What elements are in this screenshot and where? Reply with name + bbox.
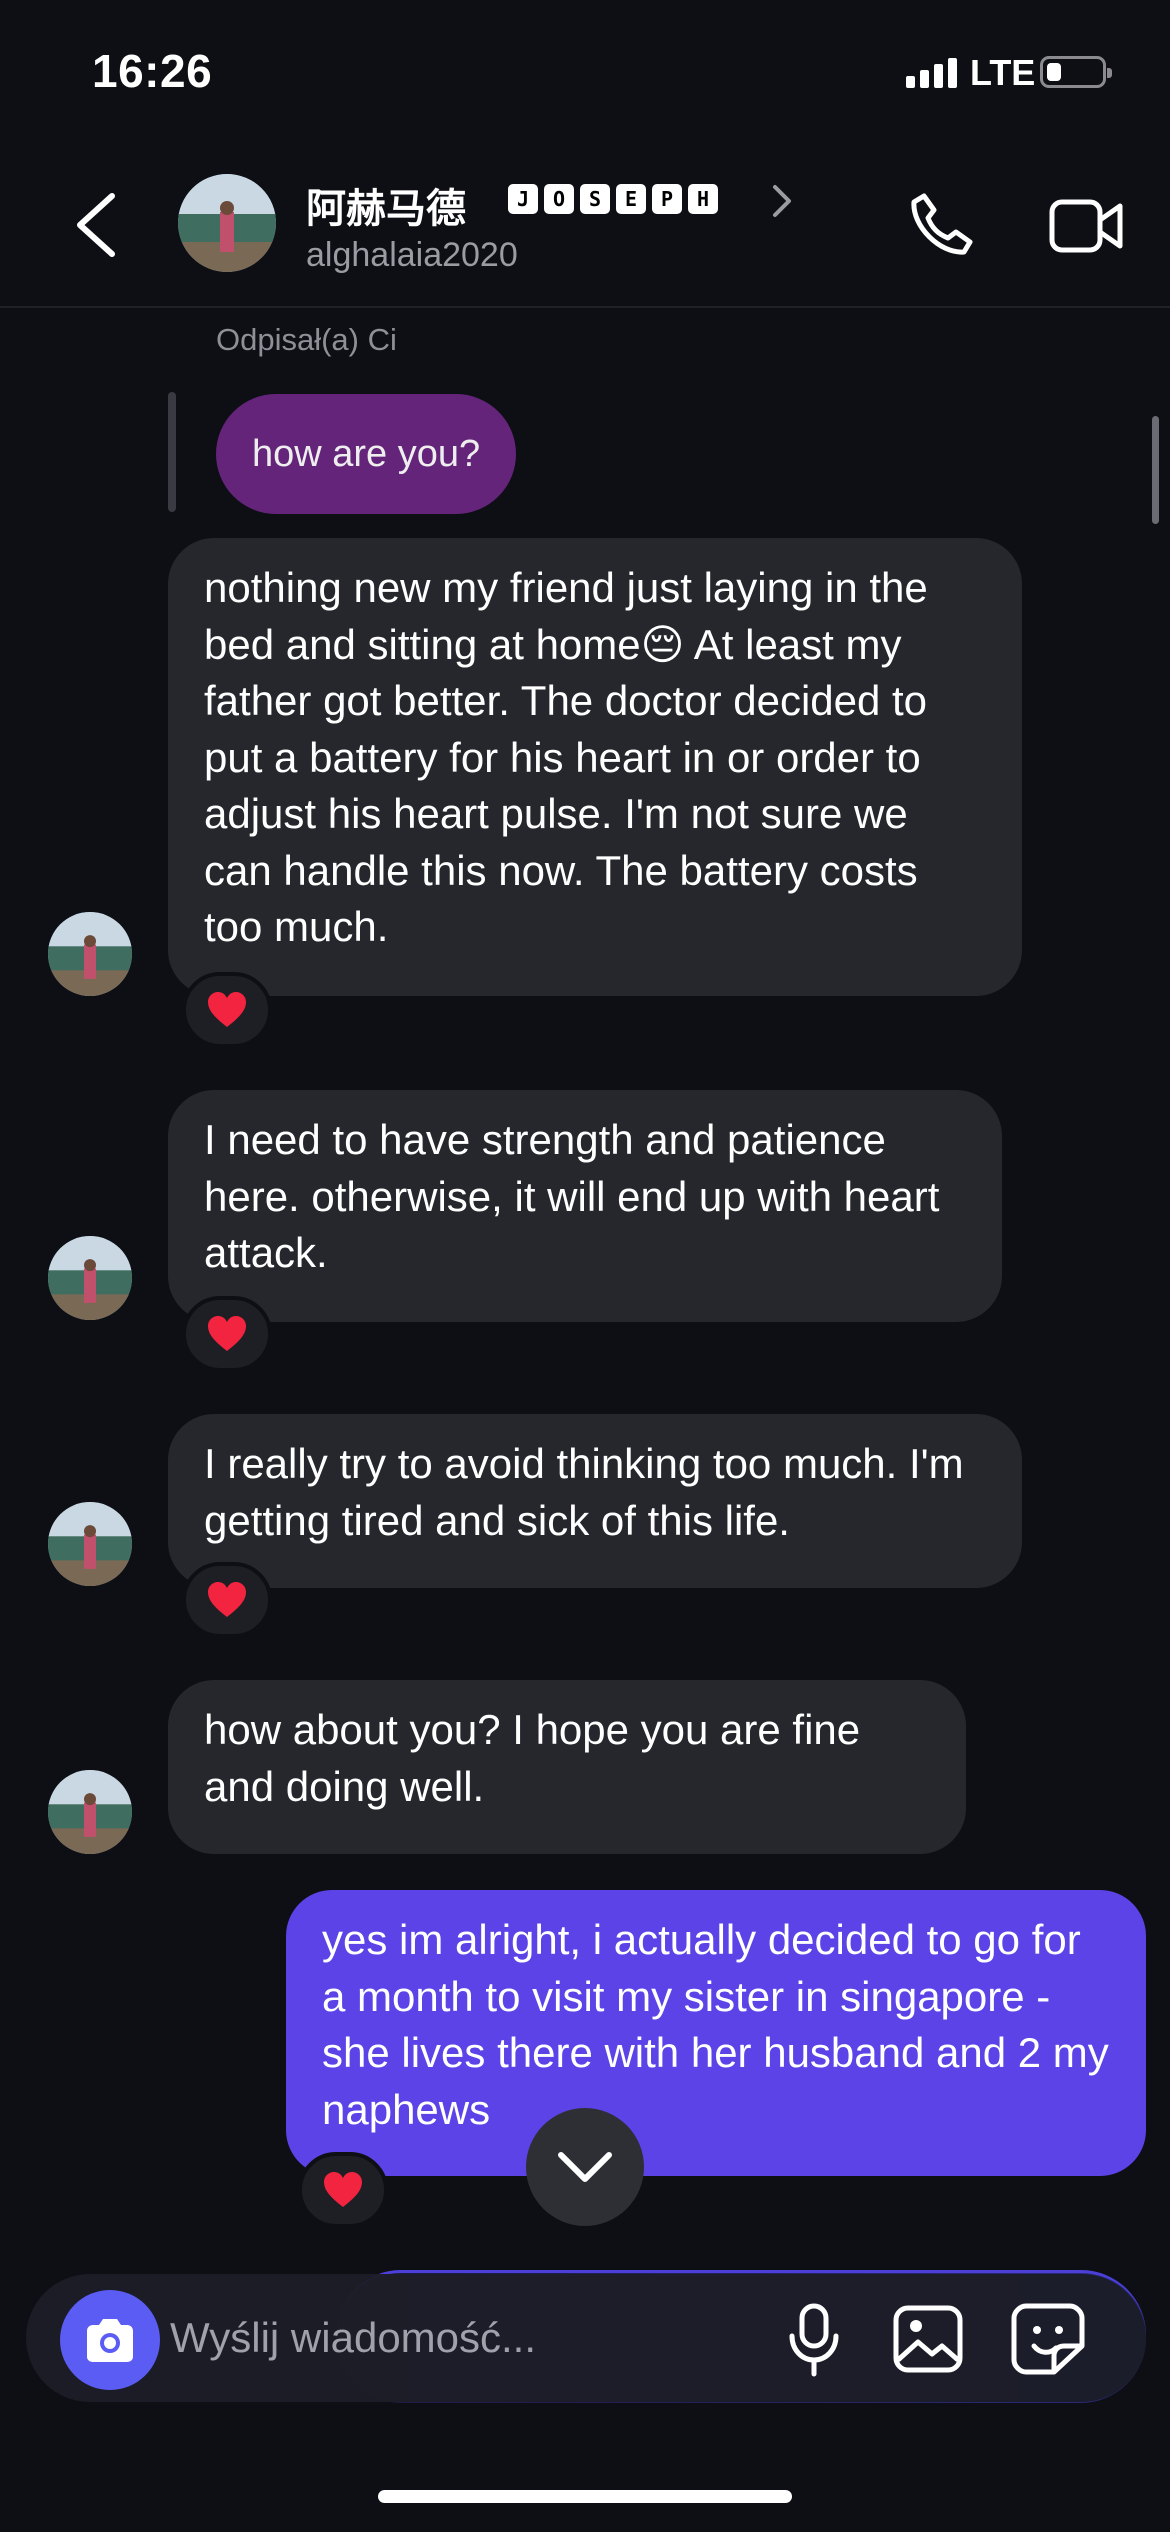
heart-icon (208, 1316, 246, 1351)
home-indicator[interactable] (378, 2490, 792, 2503)
badge-letter: O (544, 184, 574, 214)
header-divider (0, 306, 1170, 308)
contact-avatar[interactable] (178, 174, 276, 272)
incoming-message[interactable]: I really try to avoid thinking too much.… (168, 1414, 1022, 1588)
sender-avatar[interactable] (48, 1236, 132, 1320)
outgoing-message[interactable]: yes im alright, i actually decided to go… (286, 1890, 1146, 2176)
video-call-icon[interactable] (1048, 196, 1124, 256)
battery-level (1047, 63, 1061, 81)
contact-username[interactable]: alghalaia2020 (306, 236, 518, 275)
badge-letter: H (688, 184, 718, 214)
status-time: 16:26 (92, 45, 213, 97)
sticker-icon[interactable] (1010, 2302, 1086, 2376)
scroll-to-bottom-button[interactable] (526, 2108, 644, 2226)
battery-icon (1040, 56, 1112, 88)
reply-line (168, 392, 176, 512)
incoming-message[interactable]: nothing new my friend just laying in the… (168, 538, 1022, 996)
phone-call-icon[interactable] (906, 190, 976, 260)
chevron-down-icon (558, 2152, 612, 2182)
heart-reaction[interactable] (182, 1296, 272, 1372)
scrollbar[interactable] (1152, 416, 1159, 524)
cellular-signal-icon (906, 58, 957, 88)
sender-avatar[interactable] (48, 1770, 132, 1854)
network-type: LTE (970, 52, 1036, 93)
heart-icon (324, 2172, 362, 2207)
name-badge: J O S E P H (508, 184, 718, 214)
heart-icon (208, 1582, 246, 1617)
reply-indicator: Odpisał(a) Ci (216, 322, 397, 357)
heart-reaction[interactable] (182, 972, 272, 1048)
heart-reaction[interactable] (182, 1562, 272, 1638)
badge-letter: J (508, 184, 538, 214)
incoming-message[interactable]: I need to have strength and patience her… (168, 1090, 1002, 1322)
contact-name[interactable]: 阿赫马德 (306, 176, 466, 234)
badge-letter: E (616, 184, 646, 214)
chevron-right-icon[interactable] (770, 182, 794, 220)
camera-button[interactable] (60, 2290, 160, 2390)
sender-avatar[interactable] (48, 912, 132, 996)
heart-icon (208, 992, 246, 1027)
badge-letter: S (580, 184, 610, 214)
back-arrow-icon[interactable] (66, 190, 126, 260)
microphone-icon[interactable] (786, 2302, 842, 2378)
sender-avatar[interactable] (48, 1502, 132, 1586)
message-input[interactable]: Wyślij wiadomość... (170, 2314, 536, 2362)
heart-reaction[interactable] (298, 2152, 388, 2228)
incoming-message[interactable]: how about you? I hope you are fine and d… (168, 1680, 966, 1854)
badge-letter: P (652, 184, 682, 214)
gallery-icon[interactable] (892, 2304, 964, 2374)
quoted-message[interactable]: how are you? (216, 394, 517, 514)
camera-icon (87, 2319, 133, 2362)
